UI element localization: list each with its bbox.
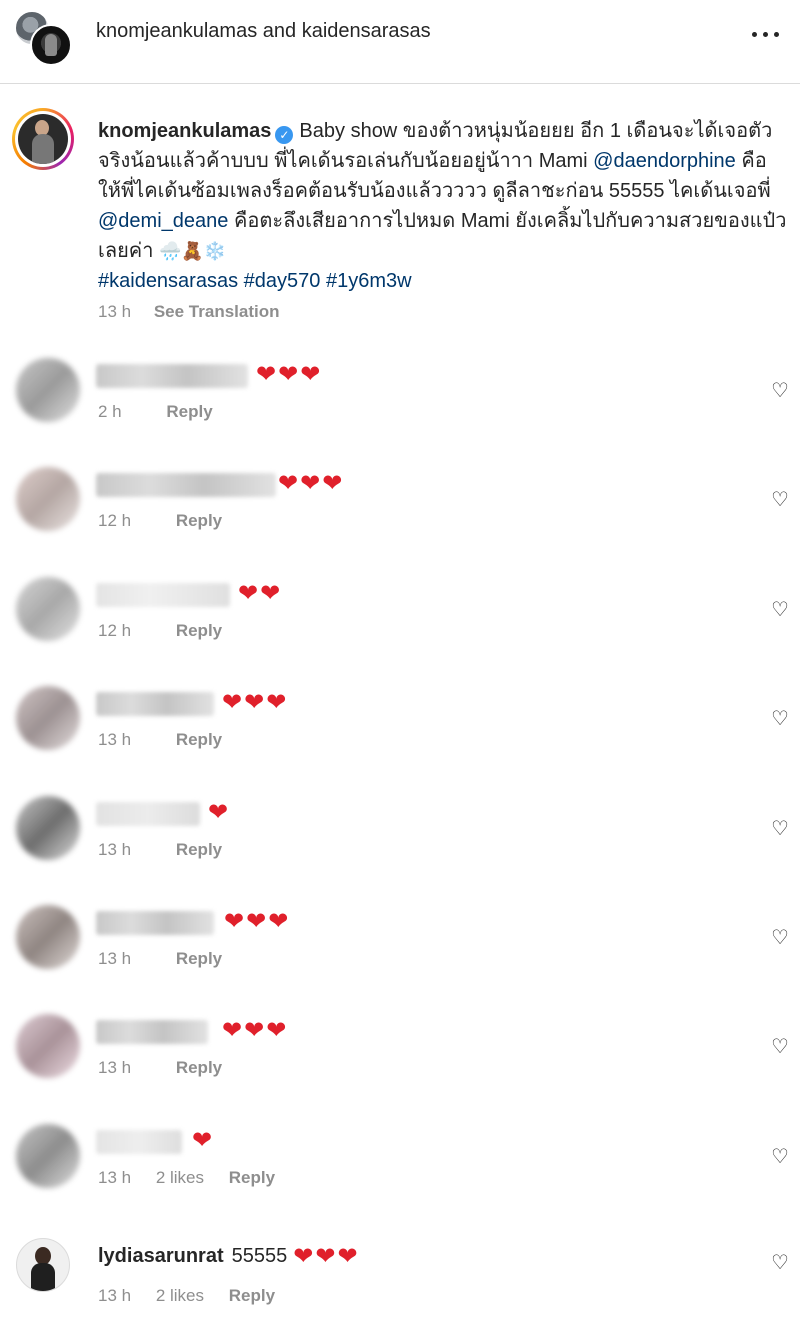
reply-button[interactable]: Reply bbox=[176, 1058, 222, 1077]
reply-button[interactable]: Reply bbox=[176, 511, 222, 530]
header-user-2[interactable]: kaidensarasas bbox=[302, 20, 431, 42]
comment-row: ❤❤❤ 13 h Reply ♡ bbox=[0, 686, 800, 786]
heart-outline-icon[interactable]: ♡ bbox=[768, 927, 792, 949]
comment-row: lydiasarunrat 55555 ❤❤❤ 13 h 2 likes Reply… bbox=[0, 1238, 800, 1324]
heart-outline-icon[interactable]: ♡ bbox=[768, 599, 792, 621]
commenter-name-blurred[interactable] bbox=[96, 1020, 208, 1044]
comment-time[interactable]: 13 h bbox=[98, 1168, 131, 1187]
comment-hearts: ❤❤❤ bbox=[278, 470, 345, 497]
comment-row: ❤ 13 h 2 likes Reply ♡ bbox=[0, 1124, 800, 1224]
comment-row: ❤❤❤ 13 h Reply ♡ bbox=[0, 905, 800, 1005]
caption-author-avatar[interactable] bbox=[12, 108, 74, 170]
commenter-name-blurred[interactable] bbox=[96, 1130, 182, 1154]
comment-meta: 12 h Reply bbox=[98, 511, 242, 531]
commenter-avatar[interactable] bbox=[16, 467, 80, 531]
caption-text: knomjeankulamas ✓ Baby show ของต้าวหนุ่มน้… bbox=[98, 116, 788, 296]
comment-hearts: ❤❤❤ bbox=[222, 689, 289, 716]
commenter-avatar[interactable] bbox=[16, 905, 80, 969]
heart-outline-icon[interactable]: ♡ bbox=[768, 1252, 792, 1274]
comment-meta: 13 h Reply bbox=[98, 1058, 242, 1078]
comment-row: ❤❤❤ 13 h Reply ♡ bbox=[0, 1014, 800, 1114]
commenter-avatar[interactable] bbox=[16, 1124, 80, 1188]
comment-row: ❤❤❤ 12 h Reply ♡ bbox=[0, 467, 800, 567]
author-avatar[interactable] bbox=[30, 24, 72, 66]
commenter-avatar[interactable] bbox=[16, 1014, 80, 1078]
header-title: knomjeankulamas and kaidensarasas bbox=[96, 20, 431, 43]
post-header: knomjeankulamas and kaidensarasas bbox=[0, 0, 800, 84]
post-caption: knomjeankulamas ✓ Baby show ของต้าวหนุ่มน้… bbox=[0, 100, 800, 340]
reply-button[interactable]: Reply bbox=[176, 840, 222, 859]
comment-meta: 13 h Reply bbox=[98, 949, 242, 969]
hashtag-link[interactable]: #kaidensarasas bbox=[98, 270, 238, 292]
commenter-avatar[interactable] bbox=[16, 577, 80, 641]
comment-meta: 2 h Reply bbox=[98, 402, 233, 422]
comment-hearts: ❤❤❤ bbox=[222, 1017, 289, 1044]
caption-emojis: 🌧️🧸❄️ bbox=[158, 241, 227, 261]
commenter-name-blurred[interactable] bbox=[96, 364, 248, 388]
comment-time[interactable]: 13 h bbox=[98, 730, 131, 749]
comment-meta: 13 h Reply bbox=[98, 840, 242, 860]
comment-time[interactable]: 12 h bbox=[98, 621, 131, 640]
header-avatars[interactable] bbox=[14, 10, 74, 66]
comment-time[interactable]: 13 h bbox=[98, 949, 131, 968]
comment-text: lydiasarunrat 55555 ❤❤❤ bbox=[98, 1242, 360, 1271]
caption-time[interactable]: 13 h bbox=[98, 302, 131, 321]
comment-time[interactable]: 13 h bbox=[98, 1286, 131, 1305]
commenter-name-blurred[interactable] bbox=[96, 802, 200, 826]
hashtag-link[interactable]: #1y6m3w bbox=[326, 270, 412, 292]
comment-meta: 12 h Reply bbox=[98, 621, 242, 641]
comment-hearts: ❤ bbox=[208, 799, 231, 826]
reply-button[interactable]: Reply bbox=[166, 402, 212, 421]
comment-hearts: ❤❤❤ bbox=[293, 1243, 360, 1270]
commenter-username[interactable]: lydiasarunrat bbox=[98, 1245, 224, 1267]
verified-badge-icon: ✓ bbox=[275, 126, 294, 144]
heart-outline-icon[interactable]: ♡ bbox=[768, 380, 792, 402]
commenter-avatar[interactable] bbox=[16, 1238, 70, 1292]
comment-body: 55555 bbox=[231, 1245, 288, 1267]
hashtag-link[interactable]: #day570 bbox=[244, 270, 321, 292]
comment-hearts: ❤ bbox=[192, 1127, 215, 1154]
heart-outline-icon[interactable]: ♡ bbox=[768, 708, 792, 730]
commenter-name-blurred[interactable] bbox=[96, 583, 230, 607]
comment-row: ❤❤ 12 h Reply ♡ bbox=[0, 577, 800, 677]
header-user-1[interactable]: knomjeankulamas bbox=[96, 20, 257, 42]
commenter-avatar[interactable] bbox=[16, 358, 80, 422]
comment-likes[interactable]: 2 likes bbox=[156, 1286, 204, 1305]
comment-row: ❤❤❤ 2 h Reply ♡ bbox=[0, 358, 800, 458]
reply-button[interactable]: Reply bbox=[176, 949, 222, 968]
caption-meta: 13 h See Translation bbox=[98, 302, 298, 322]
more-options-button[interactable] bbox=[748, 20, 784, 48]
comment-time[interactable]: 12 h bbox=[98, 511, 131, 530]
caption-mention-2[interactable]: @demi_deane bbox=[98, 210, 228, 232]
reply-button[interactable]: Reply bbox=[229, 1168, 275, 1187]
comment-time[interactable]: 13 h bbox=[98, 1058, 131, 1077]
heart-outline-icon[interactable]: ♡ bbox=[768, 818, 792, 840]
comment-time[interactable]: 2 h bbox=[98, 402, 122, 421]
caption-username[interactable]: knomjeankulamas bbox=[98, 120, 271, 142]
see-translation-button[interactable]: See Translation bbox=[154, 302, 280, 321]
caption-mention-1[interactable]: @daendorphine bbox=[593, 150, 736, 172]
reply-button[interactable]: Reply bbox=[176, 730, 222, 749]
comment-likes[interactable]: 2 likes bbox=[156, 1168, 204, 1187]
comment-meta: 13 h 2 likes Reply bbox=[98, 1286, 295, 1306]
commenter-avatar[interactable] bbox=[16, 796, 80, 860]
heart-outline-icon[interactable]: ♡ bbox=[768, 1036, 792, 1058]
commenter-avatar[interactable] bbox=[16, 686, 80, 750]
comment-meta: 13 h 2 likes Reply bbox=[98, 1168, 295, 1188]
comment-time[interactable]: 13 h bbox=[98, 840, 131, 859]
reply-button[interactable]: Reply bbox=[176, 621, 222, 640]
commenter-name-blurred[interactable] bbox=[96, 911, 214, 935]
comment-row: ❤ 13 h Reply ♡ bbox=[0, 796, 800, 896]
comment-hearts: ❤❤❤ bbox=[224, 908, 291, 935]
header-joiner: and bbox=[262, 20, 297, 42]
comment-meta: 13 h Reply bbox=[98, 730, 242, 750]
more-horizontal-icon bbox=[752, 32, 757, 37]
commenter-name-blurred[interactable] bbox=[96, 473, 276, 497]
commenter-name-blurred[interactable] bbox=[96, 692, 214, 716]
comment-hearts: ❤❤❤ bbox=[256, 361, 323, 388]
heart-outline-icon[interactable]: ♡ bbox=[768, 1146, 792, 1168]
reply-button[interactable]: Reply bbox=[229, 1286, 275, 1305]
comment-hearts: ❤❤ bbox=[238, 580, 283, 607]
heart-outline-icon[interactable]: ♡ bbox=[768, 489, 792, 511]
